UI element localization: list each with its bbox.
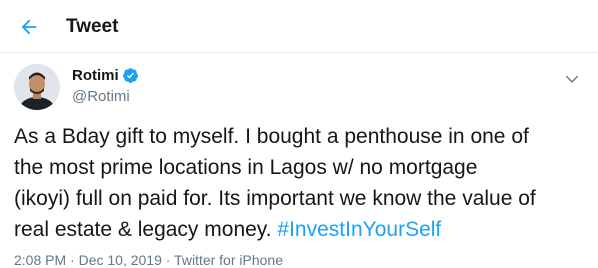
- tweet-text: As a Bday gift to myself. I bought a pen…: [14, 121, 588, 245]
- tweet-menu-button[interactable]: [562, 69, 582, 89]
- tweet-body: As a Bday gift to myself. I bought a pen…: [14, 125, 536, 241]
- avatar[interactable]: [14, 64, 60, 110]
- page-title: Tweet: [66, 16, 119, 37]
- tweet-header: Tweet: [0, 0, 598, 53]
- verified-badge-icon: [122, 68, 138, 83]
- tweet-author: Rotimi @Rotimi: [0, 53, 598, 119]
- author-display-name: Rotimi: [72, 67, 119, 84]
- author-name[interactable]: Rotimi: [72, 67, 139, 84]
- author-handle[interactable]: @Rotimi: [72, 88, 130, 105]
- tweet-meta: 2:08 PM · Dec 10, 2019 · Twitter for iPh…: [14, 252, 283, 268]
- chevron-down-icon: [566, 75, 578, 83]
- back-button[interactable]: [14, 12, 44, 42]
- avatar-image: [14, 64, 60, 110]
- hashtag-link[interactable]: #InvestInYourSelf: [277, 218, 441, 241]
- arrow-left-icon: [21, 19, 37, 35]
